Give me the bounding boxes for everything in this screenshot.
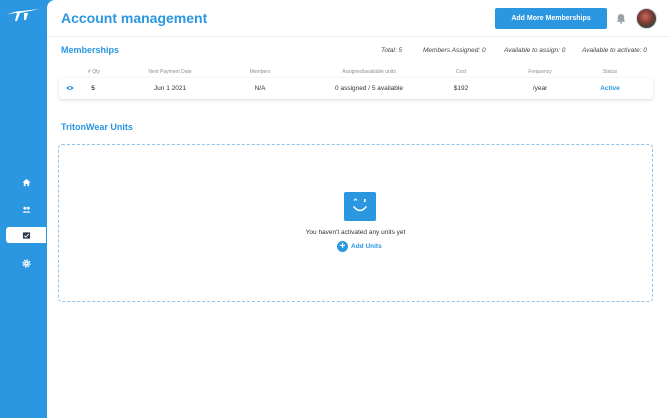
column-header-status: Status <box>602 69 618 75</box>
row-units: 0 assigned / 5 available <box>335 85 403 92</box>
add-memberships-button[interactable]: Add More Memberships <box>495 8 607 29</box>
avatar[interactable] <box>636 8 657 29</box>
row-members: N/A <box>254 85 266 92</box>
header-divider <box>47 36 670 37</box>
add-units-button[interactable]: + Add Units <box>337 240 382 252</box>
summary-available-activate: Available to activate: 0 <box>582 47 647 54</box>
column-header-next-payment: Next Payment Date <box>148 69 192 75</box>
empty-state-text: You haven't activated any units yet <box>305 229 406 236</box>
row-frequency: /year <box>532 85 548 92</box>
column-header-units: Assigned/available units <box>342 69 396 75</box>
nav-item-members[interactable] <box>6 201 46 217</box>
bell-icon[interactable] <box>616 13 626 24</box>
people-icon <box>21 206 31 213</box>
units-title: TritonWear Units <box>61 122 133 132</box>
billing-icon <box>22 231 30 239</box>
row-cost: $192 <box>453 85 469 92</box>
row-next-payment: Jun 1 2021 <box>153 85 187 92</box>
summary-available-assign: Available to assign: 0 <box>504 47 566 54</box>
plus-icon: + <box>337 240 348 252</box>
main-panel: Account management Add More Memberships … <box>47 0 670 418</box>
memberships-title: Memberships <box>61 45 120 55</box>
column-header-frequency: Frequency <box>528 69 552 75</box>
nav-item-billing[interactable] <box>6 227 46 243</box>
home-icon <box>21 178 31 186</box>
page-title: Account management <box>61 10 208 26</box>
status-badge: Active <box>600 85 620 92</box>
column-header-cost: Cost <box>455 69 467 75</box>
sidebar <box>0 0 47 418</box>
column-header-members: Members <box>249 69 271 75</box>
summary-total: Total: 5 <box>381 47 403 54</box>
column-header-qty: # Qty <box>88 69 100 75</box>
membership-row[interactable]: 5 Jun 1 2021 N/A 0 assigned / 5 availabl… <box>59 78 653 99</box>
settings-icon <box>21 258 31 268</box>
add-units-label: Add Units <box>351 242 382 250</box>
eye-icon[interactable] <box>66 85 74 91</box>
smiley-face-icon <box>344 192 376 221</box>
nav-item-home[interactable] <box>6 174 46 190</box>
summary-assigned: Members Assigned: 0 <box>423 47 486 54</box>
row-qty: 5 <box>91 85 95 92</box>
nav-item-settings[interactable] <box>6 255 46 271</box>
tritonwear-logo[interactable] <box>6 8 40 22</box>
units-empty-panel: You haven't activated any units yet + Ad… <box>58 144 653 302</box>
